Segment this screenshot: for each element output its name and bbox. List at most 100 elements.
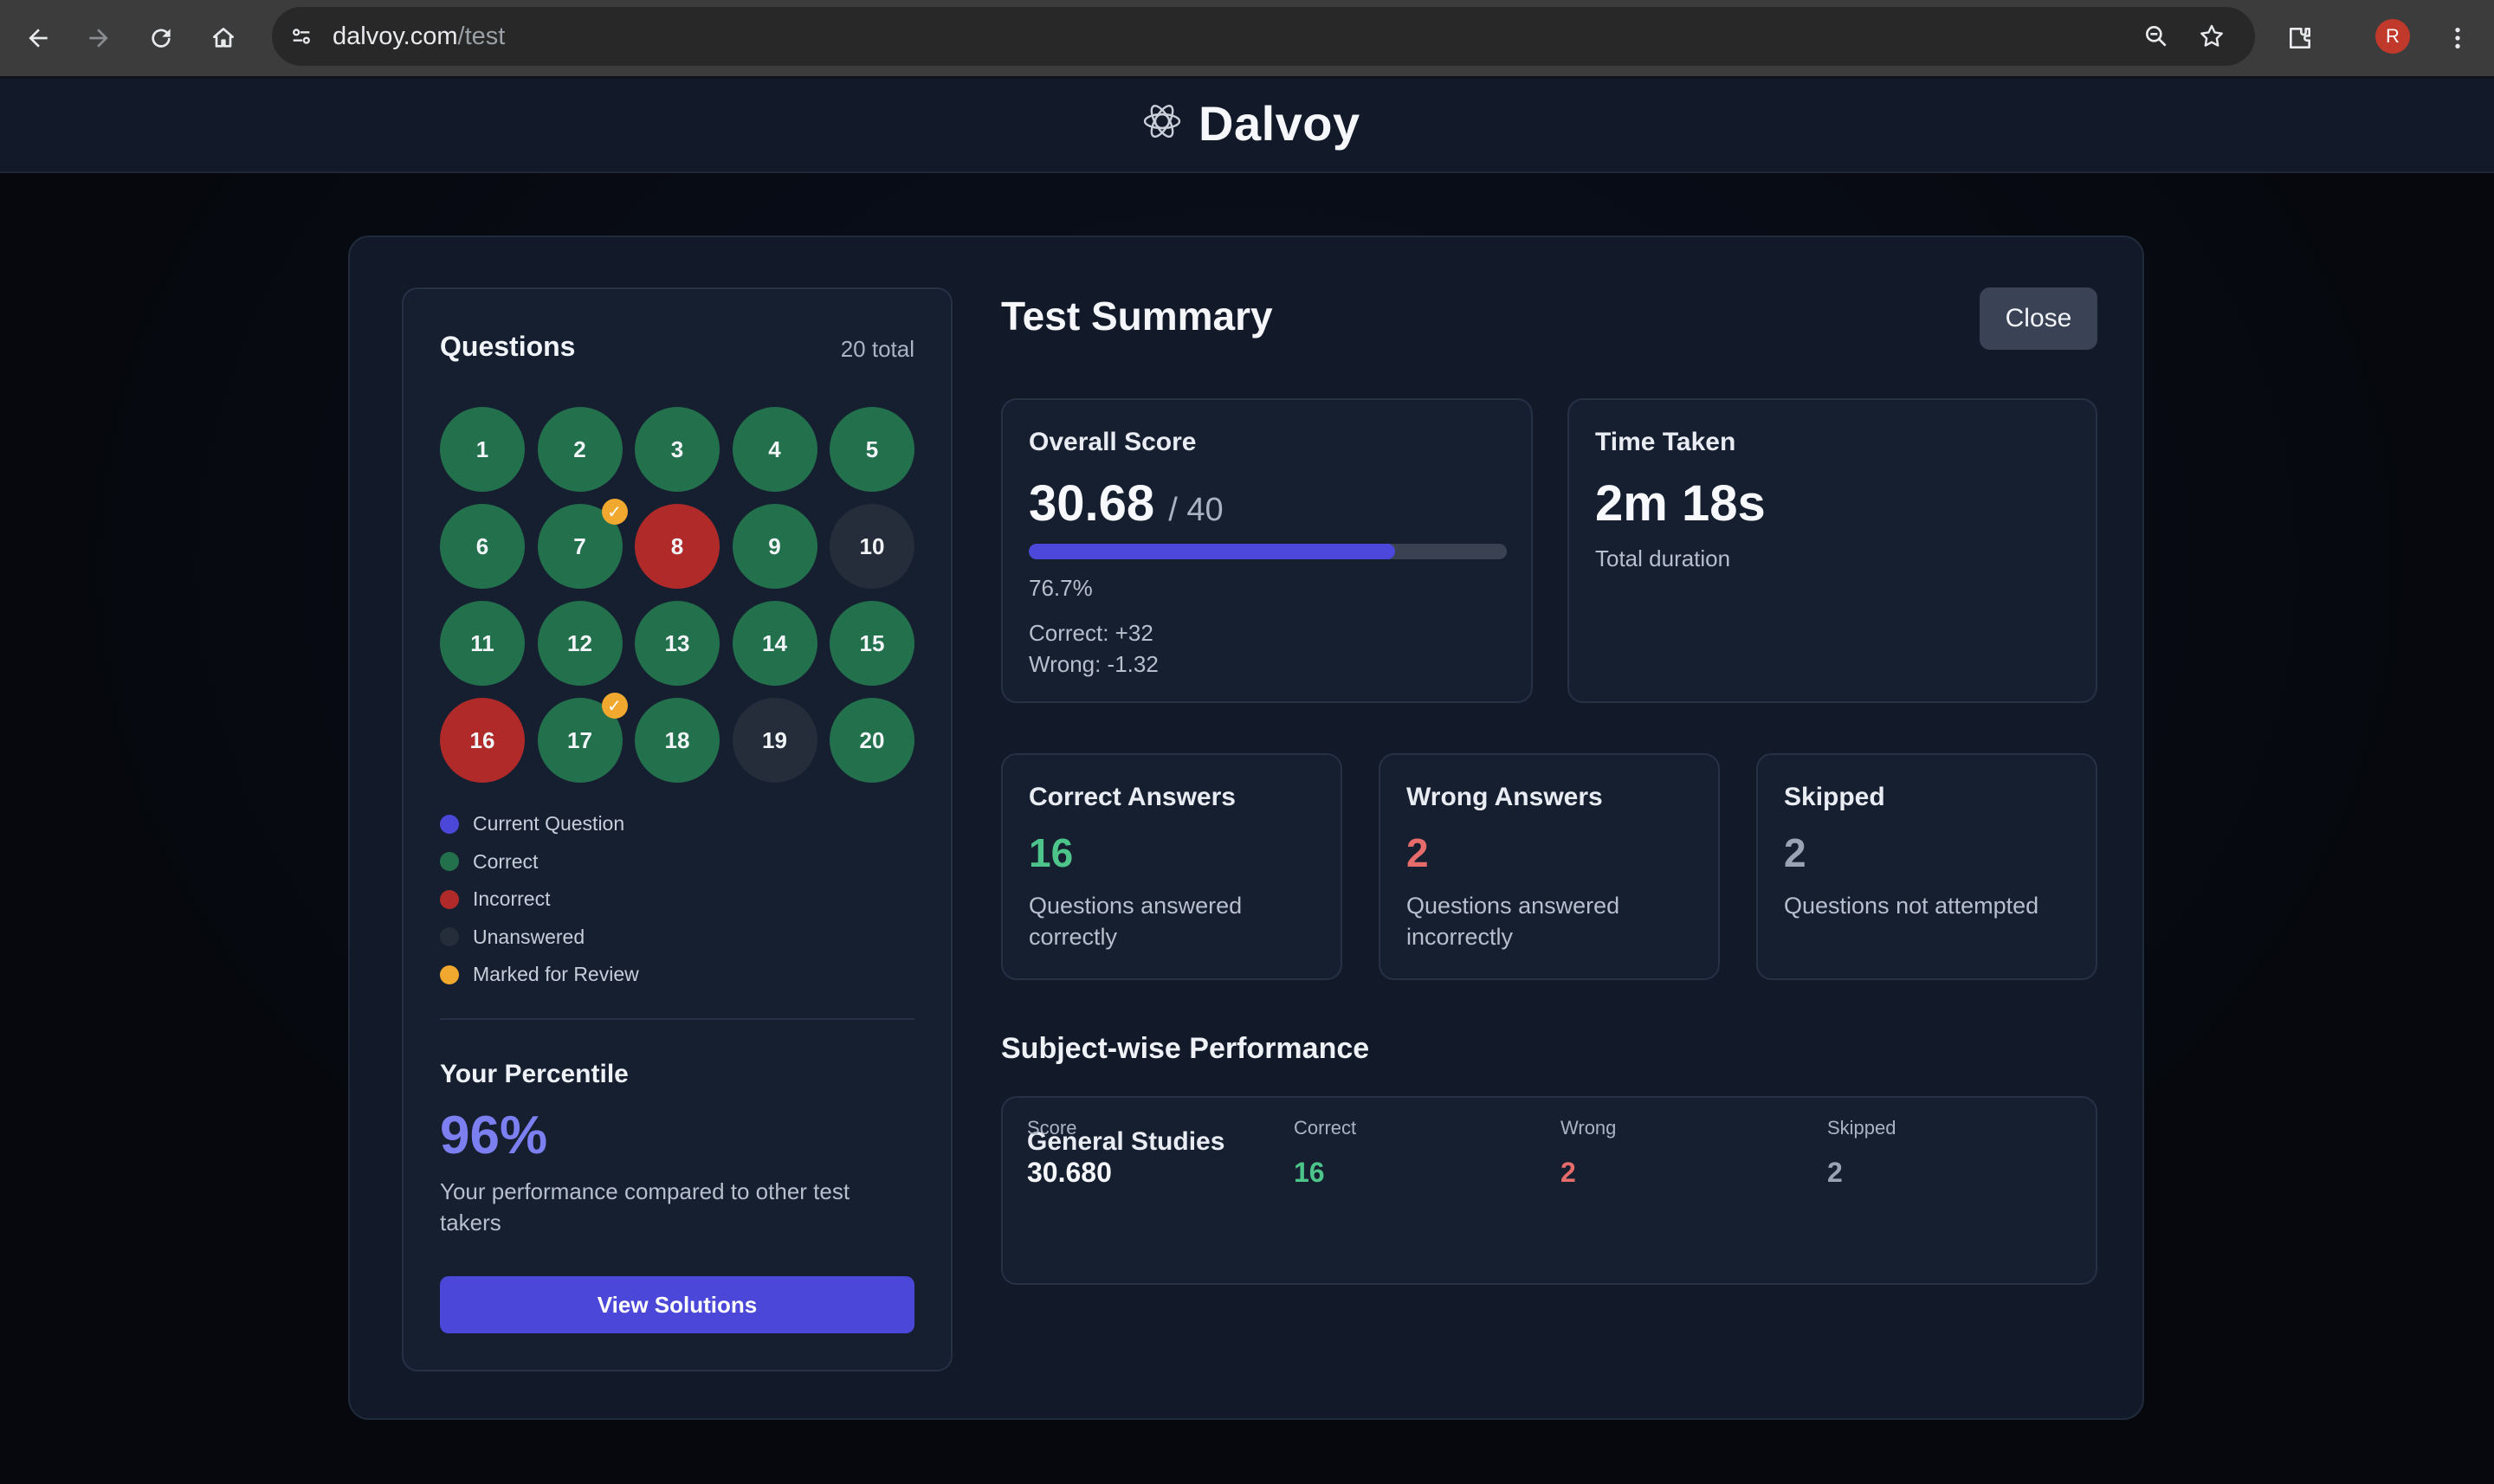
question-button-3[interactable]: 3 [635, 407, 720, 492]
question-button-12[interactable]: 12 [537, 601, 623, 686]
percentile-description: Your performance compared to other test … [440, 1178, 850, 1236]
percentile-value: 96% [440, 1106, 548, 1165]
legend-item: Incorrect [440, 881, 639, 919]
time-taken-title: Time Taken [1595, 428, 1736, 456]
legend-dot-icon [440, 889, 459, 909]
legend-item: Marked for Review [440, 956, 639, 994]
question-number: 19 [762, 726, 787, 753]
question-button-4[interactable]: 4 [732, 407, 817, 492]
correct-answers-title: Correct Answers [1029, 783, 1236, 811]
score-number: 30.68 [1029, 475, 1155, 532]
time-taken-caption: Total duration [1595, 545, 1731, 571]
question-grid: 1 2 3 4 5 6 7 ✓ 8 9 10 11 12 13 14 15 16 17 ✓ 18 19 20 [440, 407, 914, 783]
status-legend: Current Question Correct Incorrect Unanswer… [440, 805, 639, 994]
question-button-11[interactable]: 11 [440, 601, 525, 686]
legend-label: Correct [473, 849, 539, 873]
profile-avatar[interactable]: R [2375, 19, 2410, 54]
question-number: 1 [475, 436, 489, 462]
test-summary-modal: Questions 20 total 1 2 3 4 5 6 7 ✓ 8 9 10 11 12 13 14 1… [348, 236, 2144, 1420]
question-number: 11 [470, 629, 494, 656]
question-button-8[interactable]: 8 [635, 504, 720, 589]
home-icon[interactable] [203, 17, 244, 59]
question-button-17[interactable]: 17 ✓ [537, 693, 628, 783]
brand-logo-icon [1141, 100, 1183, 146]
question-button-10[interactable]: 10 [830, 504, 914, 589]
legend-item: Unanswered [440, 919, 639, 957]
brand-title: Dalvoy [1199, 96, 1360, 151]
url-text: dalvoy.com/test [333, 23, 505, 51]
question-button-15[interactable]: 15 [830, 601, 914, 686]
browser-menu-icon[interactable] [2437, 17, 2478, 59]
marked-for-review-icon: ✓ [601, 693, 628, 719]
overall-score-card: Overall Score 30.68 / 40 76.7% Correct: … [1001, 398, 1533, 703]
reload-icon[interactable] [140, 17, 182, 59]
correct-answers-card: Correct Answers 16 Questions answered co… [1001, 753, 1342, 980]
correct-answers-description: Questions answered correctly [1029, 893, 1243, 950]
question-button-19[interactable]: 19 [732, 698, 817, 783]
legend-label: Unanswered [473, 925, 585, 948]
skipped-title: Skipped [1784, 783, 1885, 811]
subject-skipped-value: 2 [1827, 1157, 1843, 1188]
skipped-card: Skipped 2 Questions not attempted [1756, 753, 2097, 980]
time-taken-value: 2m 18s [1595, 475, 1766, 532]
divider [440, 1018, 914, 1020]
subject-performance-title: Subject-wise Performance [1001, 1032, 1370, 1065]
question-number: 8 [670, 532, 684, 559]
question-number: 16 [469, 726, 495, 753]
time-taken-card: Time Taken 2m 18s Total duration [1567, 398, 2097, 703]
question-button-13[interactable]: 13 [635, 601, 720, 686]
back-icon[interactable] [17, 17, 59, 59]
url-path: /test [457, 23, 506, 50]
question-number: 3 [670, 436, 684, 462]
legend-label: Current Question [473, 812, 625, 836]
question-number: 5 [865, 436, 879, 462]
question-button-18[interactable]: 18 [635, 698, 720, 783]
question-number: 9 [768, 532, 781, 559]
subject-skipped-label: Skipped [1827, 1117, 1896, 1139]
question-button-16[interactable]: 16 [440, 698, 525, 783]
score-percent: 76.7% [1029, 575, 1093, 601]
legend-dot-icon [440, 814, 459, 834]
score-progress-bar [1029, 544, 1507, 559]
question-number: 7 [573, 532, 586, 559]
question-button-5[interactable]: 5 [830, 407, 914, 492]
questions-total: 20 total [840, 336, 914, 362]
question-number: 2 [573, 436, 586, 462]
question-number: 6 [475, 532, 489, 559]
zoom-icon[interactable] [2142, 23, 2170, 55]
subject-correct-label: Correct [1294, 1117, 1357, 1139]
brand[interactable]: Dalvoy [1141, 95, 1360, 152]
wrong-answers-description: Questions answered incorrectly [1406, 893, 1620, 950]
address-bar[interactable]: dalvoy.com/test [272, 7, 2255, 66]
subject-wrong-label: Wrong [1560, 1117, 1617, 1139]
question-button-7[interactable]: 7 ✓ [537, 499, 628, 589]
question-number: 12 [567, 629, 592, 656]
skipped-value: 2 [1784, 830, 1806, 875]
question-button-6[interactable]: 6 [440, 504, 525, 589]
close-button[interactable]: Close [1980, 287, 2097, 350]
question-button-2[interactable]: 2 [537, 407, 623, 492]
question-button-9[interactable]: 9 [732, 504, 817, 589]
wrong-answers-title: Wrong Answers [1406, 783, 1603, 811]
question-button-20[interactable]: 20 [830, 698, 914, 783]
skipped-description: Questions not attempted [1784, 893, 2039, 919]
extensions-icon[interactable] [2279, 17, 2321, 59]
site-header: Dalvoy [0, 78, 2494, 173]
questions-panel: Questions 20 total 1 2 3 4 5 6 7 ✓ 8 9 10 11 12 13 14 1… [402, 287, 953, 1371]
subject-score-value: 30.680 [1027, 1157, 1112, 1188]
question-number: 17 [567, 726, 592, 753]
view-solutions-button[interactable]: View Solutions [440, 1276, 914, 1333]
score-max: / 40 [1168, 492, 1224, 528]
legend-dot-icon [440, 852, 459, 872]
question-number: 14 [762, 629, 787, 656]
summary-title: Test Summary [1001, 294, 1273, 339]
site-info-icon[interactable] [289, 24, 313, 53]
bookmark-star-icon[interactable] [2198, 23, 2226, 55]
question-button-1[interactable]: 1 [440, 407, 525, 492]
question-button-14[interactable]: 14 [732, 601, 817, 686]
correct-answers-value: 16 [1029, 830, 1074, 875]
forward-icon[interactable] [78, 17, 120, 59]
legend-label: Incorrect [473, 887, 551, 911]
question-number: 15 [859, 629, 885, 656]
subject-correct-value: 16 [1294, 1157, 1325, 1188]
